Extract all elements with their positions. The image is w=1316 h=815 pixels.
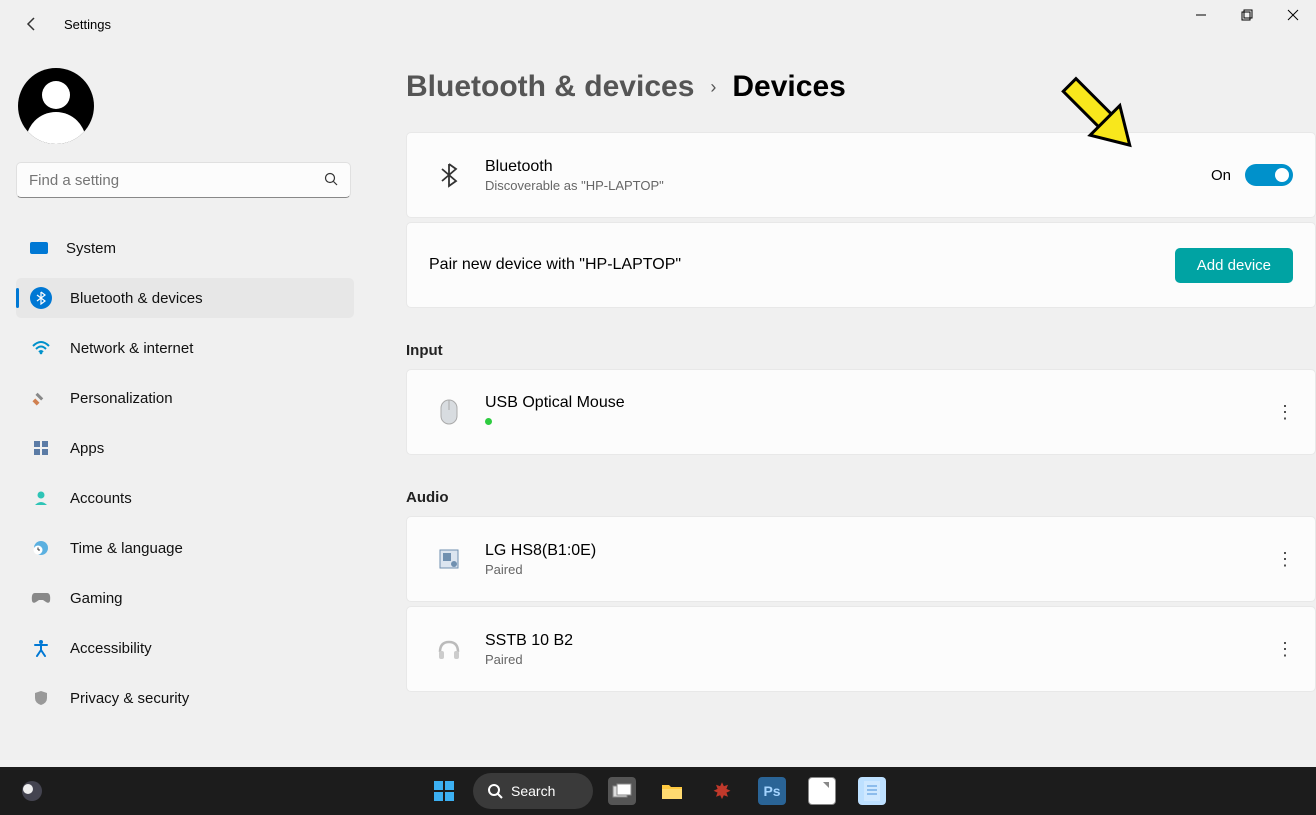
device-row-mouse[interactable]: USB Optical Mouse ⋮: [406, 369, 1316, 455]
privacy-icon: [30, 687, 52, 709]
add-device-button[interactable]: Add device: [1175, 248, 1293, 283]
taskbar-notepad[interactable]: [851, 773, 893, 809]
time-icon: [30, 537, 52, 559]
nav-accounts[interactable]: Accounts: [16, 478, 354, 518]
nav-personalization[interactable]: Personalization: [16, 378, 354, 418]
nav-privacy[interactable]: Privacy & security: [16, 678, 354, 718]
annotation-arrow-icon: [1048, 72, 1178, 177]
search-box[interactable]: [16, 162, 351, 198]
breadcrumb: Bluetooth & devices › Devices: [406, 70, 1316, 104]
nav-label: Bluetooth & devices: [70, 290, 203, 307]
nav-label: Privacy & security: [70, 690, 189, 707]
nav-gaming[interactable]: Gaming: [16, 578, 354, 618]
taskbar-app-red[interactable]: ✸: [701, 773, 743, 809]
nav-label: Personalization: [70, 390, 173, 407]
search-input[interactable]: [29, 172, 324, 189]
device-name: SSTB 10 B2: [485, 632, 1276, 650]
nav-apps[interactable]: Apps: [16, 428, 354, 468]
nav-bluetooth[interactable]: Bluetooth & devices: [16, 278, 354, 318]
taskbar: Search ✸ Ps: [0, 767, 1316, 815]
nav-label: System: [66, 240, 116, 257]
device-name: LG HS8(B1:0E): [485, 542, 1276, 560]
audio-section-label: Audio: [406, 489, 1316, 506]
title-bar: Settings: [0, 0, 1316, 48]
user-avatar[interactable]: [18, 68, 94, 144]
start-button[interactable]: [423, 773, 465, 809]
app-title: Settings: [64, 17, 111, 32]
minimize-button[interactable]: [1178, 0, 1224, 30]
taskbar-taskview[interactable]: [601, 773, 643, 809]
bluetooth-icon: [429, 162, 469, 188]
bluetooth-toggle[interactable]: [1245, 164, 1293, 186]
taskbar-search[interactable]: Search: [473, 773, 593, 809]
breadcrumb-parent[interactable]: Bluetooth & devices: [406, 70, 694, 104]
taskbar-weather-icon[interactable]: [18, 777, 46, 805]
nav-network[interactable]: Network & internet: [16, 328, 354, 368]
bluetooth-card: Bluetooth Discoverable as "HP-LAPTOP" On: [406, 132, 1316, 218]
taskbar-search-label: Search: [511, 783, 555, 799]
bluetooth-subtitle: Discoverable as "HP-LAPTOP": [485, 178, 1211, 193]
pair-text: Pair new device with "HP-LAPTOP": [429, 256, 1175, 274]
bluetooth-icon: [30, 287, 52, 309]
taskbar-libreoffice[interactable]: [801, 773, 843, 809]
search-icon: [487, 783, 503, 799]
device-row-sstb[interactable]: SSTB 10 B2 Paired ⋮: [406, 606, 1316, 692]
nav-time[interactable]: Time & language: [16, 528, 354, 568]
device-name: USB Optical Mouse: [485, 394, 1276, 412]
system-icon: [30, 242, 48, 254]
personalization-icon: [30, 387, 52, 409]
nav-label: Accessibility: [70, 640, 152, 657]
nav-label: Gaming: [70, 590, 123, 607]
nav-accessibility[interactable]: Accessibility: [16, 628, 354, 668]
nav-label: Time & language: [70, 540, 183, 557]
maximize-button[interactable]: [1224, 0, 1270, 30]
more-options-button[interactable]: ⋮: [1276, 549, 1293, 570]
search-icon: [324, 172, 338, 189]
window-controls: [1178, 0, 1316, 30]
back-button[interactable]: [18, 10, 46, 38]
device-status: Paired: [485, 562, 1276, 577]
breadcrumb-current: Devices: [732, 70, 845, 104]
headphones-icon: [429, 636, 469, 662]
input-section-label: Input: [406, 342, 1316, 359]
accessibility-icon: [30, 637, 52, 659]
accounts-icon: [30, 487, 52, 509]
network-icon: [30, 337, 52, 359]
taskbar-photoshop[interactable]: Ps: [751, 773, 793, 809]
gaming-icon: [30, 587, 52, 609]
taskbar-explorer[interactable]: [651, 773, 693, 809]
more-options-button[interactable]: ⋮: [1276, 402, 1293, 423]
mouse-icon: [429, 397, 469, 427]
nav-label: Network & internet: [70, 340, 193, 357]
sidebar: System Bluetooth & devices Network & int…: [0, 48, 370, 767]
apps-icon: [30, 437, 52, 459]
chevron-right-icon: ›: [710, 77, 716, 98]
connected-dot-icon: [485, 418, 492, 425]
nav-label: Accounts: [70, 490, 132, 507]
device-status: Paired: [485, 652, 1276, 667]
audio-device-icon: [429, 547, 469, 571]
nav-label: Apps: [70, 440, 104, 457]
close-button[interactable]: [1270, 0, 1316, 30]
toggle-state-label: On: [1211, 167, 1231, 184]
more-options-button[interactable]: ⋮: [1276, 639, 1293, 660]
nav-system[interactable]: System: [16, 228, 354, 268]
pair-device-card: Pair new device with "HP-LAPTOP" Add dev…: [406, 222, 1316, 308]
device-row-lg[interactable]: LG HS8(B1:0E) Paired ⋮: [406, 516, 1316, 602]
